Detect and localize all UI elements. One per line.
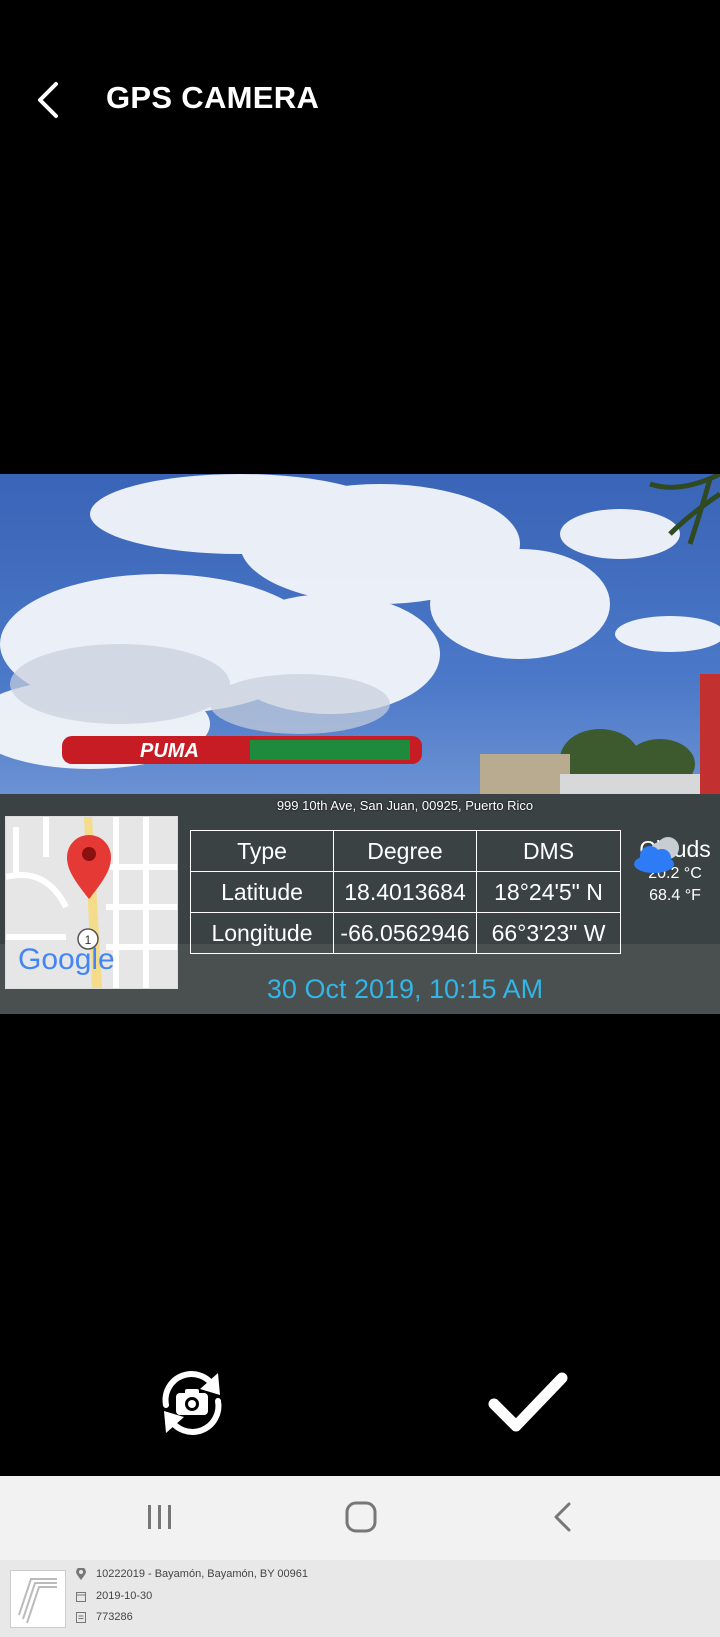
- table-cell: Latitude: [190, 871, 334, 913]
- id-row: 773286: [76, 1611, 133, 1623]
- station-sign: PUMA: [140, 740, 199, 762]
- home-icon[interactable]: [344, 1500, 378, 1534]
- table-header: Type: [190, 830, 334, 872]
- document-thumbnail: [10, 1570, 66, 1628]
- location-pin-icon: [76, 1567, 86, 1581]
- checkmark-icon[interactable]: [488, 1370, 568, 1436]
- map-thumbnail: 1 Google: [5, 816, 178, 989]
- google-logo: Google: [18, 943, 115, 976]
- photo-info-strip: 10222019 - Bayamón, Bayamón, BY 00961 20…: [0, 1560, 720, 1637]
- captured-photo: PUMA 999 10th Ave, San Juan, 00925, Puer…: [0, 474, 720, 1014]
- weather-panel: Clouds 20.2 °C 68.4 °F: [630, 834, 720, 907]
- date-text: 2019-10-30: [96, 1590, 153, 1602]
- table-header: Degree: [333, 830, 477, 872]
- camera-switch-icon[interactable]: [152, 1363, 232, 1443]
- document-icon: [76, 1611, 86, 1623]
- table-cell: 18.4013684: [333, 871, 477, 913]
- cloud-icon: [634, 837, 679, 873]
- table-cell: 18°24'5" N: [476, 871, 621, 913]
- system-nav-bar: [0, 1476, 720, 1560]
- back-icon[interactable]: [551, 1500, 575, 1534]
- table-row: Longitude -66.0562946 66°3'23" W: [190, 912, 621, 954]
- calendar-icon: [76, 1591, 86, 1602]
- table-row: Latitude 18.4013684 18°24'5" N: [190, 871, 621, 913]
- location-row: 10222019 - Bayamón, Bayamón, BY 00961: [76, 1567, 309, 1581]
- table-header: DMS: [476, 830, 621, 872]
- address-label: 999 10th Ave, San Juan, 00925, Puerto Ri…: [276, 798, 534, 813]
- recents-icon[interactable]: [145, 1502, 175, 1532]
- coordinates-table: Type Degree DMS Latitude 18.4013684 18°2…: [190, 830, 621, 954]
- table-cell: -66.0562946: [333, 912, 477, 954]
- location-text: 10222019 - Bayamón, Bayamón, BY 00961: [96, 1568, 309, 1580]
- capture-datetime: 30 Oct 2019, 10:15 AM: [266, 974, 544, 1004]
- back-arrow-icon[interactable]: [28, 78, 72, 122]
- temperature-fahrenheit: 68.4 °F: [649, 887, 701, 904]
- page-title: GPS CAMERA: [106, 80, 320, 115]
- app-header: GPS CAMERA: [0, 0, 720, 205]
- date-row: 2019-10-30: [76, 1590, 152, 1602]
- table-header-row: Type Degree DMS: [190, 830, 621, 872]
- table-cell: 66°3'23" W: [476, 912, 621, 954]
- id-text: 773286: [96, 1611, 133, 1623]
- table-cell: Longitude: [190, 912, 334, 954]
